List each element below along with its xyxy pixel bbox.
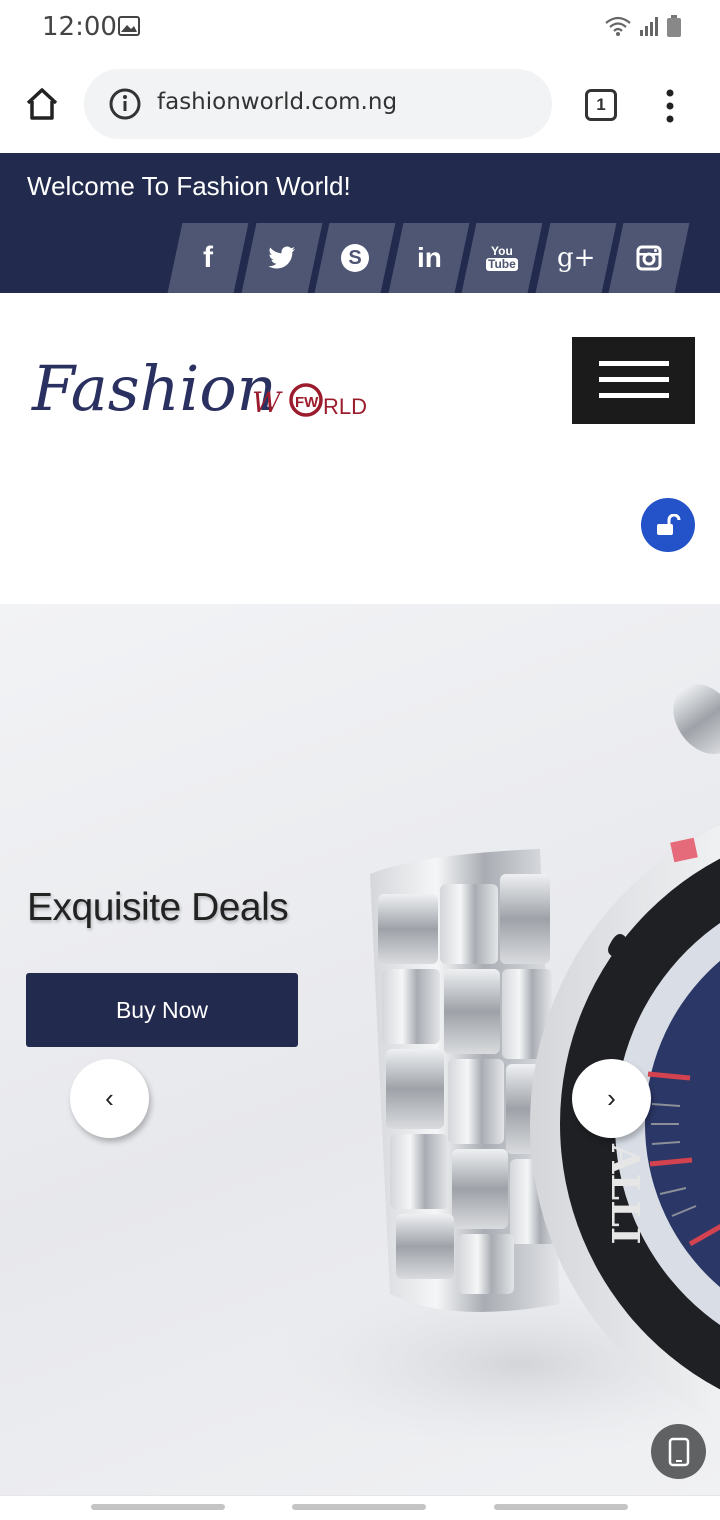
site-header: Fashion W FW RLD bbox=[0, 293, 720, 604]
social-links: f S in You Tube g+ bbox=[167, 223, 690, 293]
gesture-handle[interactable] bbox=[91, 1504, 225, 1510]
hamburger-line bbox=[599, 393, 669, 398]
facebook-icon: f bbox=[203, 241, 213, 274]
logo-w-text: W bbox=[252, 386, 283, 419]
skype-link[interactable]: S bbox=[314, 223, 396, 293]
chevron-left-icon: ‹ bbox=[105, 1083, 114, 1113]
logo-rld-text: RLD bbox=[323, 394, 367, 419]
logo-script-text: Fashion bbox=[31, 352, 277, 425]
address-bar[interactable]: fashionworld.com.ng bbox=[84, 69, 552, 139]
browser-toolbar: fashionworld.com.ng 1 bbox=[0, 56, 720, 153]
slider-prev-button[interactable]: ‹ bbox=[70, 1059, 149, 1138]
home-icon[interactable] bbox=[22, 84, 62, 124]
google-plus-icon: g+ bbox=[556, 243, 595, 273]
hamburger-line bbox=[599, 377, 669, 382]
image-icon bbox=[118, 16, 140, 36]
twitter-icon bbox=[267, 246, 296, 270]
welcome-text: Welcome To Fashion World! bbox=[27, 171, 351, 201]
hero-slider: ALLI Exquisite Deals Buy Now ‹ › bbox=[0, 604, 720, 1495]
slider-next-button[interactable]: › bbox=[572, 1059, 651, 1138]
mobile-view-button[interactable] bbox=[651, 1424, 706, 1479]
fashion-world-logo[interactable]: Fashion W FW RLD bbox=[30, 338, 375, 438]
unlock-icon bbox=[657, 514, 681, 535]
instagram-icon bbox=[636, 245, 662, 271]
gesture-handle[interactable] bbox=[292, 1504, 426, 1510]
more-vert-icon[interactable] bbox=[662, 86, 678, 126]
youtube-icon-bottom: Tube bbox=[486, 257, 518, 271]
youtube-icon: You Tube bbox=[486, 244, 518, 271]
url-text: fashionworld.com.ng bbox=[157, 89, 398, 115]
youtube-link[interactable]: You Tube bbox=[461, 223, 543, 293]
gesture-handle[interactable] bbox=[494, 1504, 628, 1510]
hamburger-menu-button[interactable] bbox=[572, 337, 695, 424]
bracelet bbox=[370, 849, 560, 1312]
status-icons bbox=[604, 14, 682, 38]
battery-icon bbox=[667, 15, 681, 37]
facebook-link[interactable]: f bbox=[167, 223, 249, 293]
instagram-link[interactable] bbox=[608, 223, 690, 293]
logo-mark-text: FW bbox=[295, 394, 319, 411]
status-time: 12:00 bbox=[42, 12, 117, 42]
hamburger-line bbox=[599, 361, 669, 366]
buy-now-button[interactable]: Buy Now bbox=[26, 973, 298, 1047]
info-icon[interactable] bbox=[109, 88, 141, 120]
skype-icon: S bbox=[341, 244, 369, 272]
watch-bezel-text: ALLI bbox=[603, 1143, 648, 1245]
twitter-link[interactable] bbox=[241, 223, 322, 293]
status-bar: 12:00 bbox=[0, 0, 720, 56]
google-plus-link[interactable]: g+ bbox=[535, 223, 616, 293]
hero-title: Exquisite Deals bbox=[27, 886, 289, 929]
watch-image: ALLI bbox=[260, 683, 720, 1454]
signal-icon bbox=[640, 17, 658, 36]
unlock-button[interactable] bbox=[641, 498, 695, 552]
tabs-button[interactable]: 1 bbox=[585, 89, 617, 121]
wifi-icon bbox=[605, 16, 631, 36]
mobile-icon bbox=[668, 1437, 689, 1466]
chevron-right-icon: › bbox=[607, 1083, 616, 1113]
top-header: Welcome To Fashion World! f S in You Tub… bbox=[0, 153, 720, 293]
gesture-bar bbox=[0, 1495, 720, 1520]
linkedin-link[interactable]: in bbox=[388, 223, 469, 293]
linkedin-icon: in bbox=[416, 242, 441, 273]
